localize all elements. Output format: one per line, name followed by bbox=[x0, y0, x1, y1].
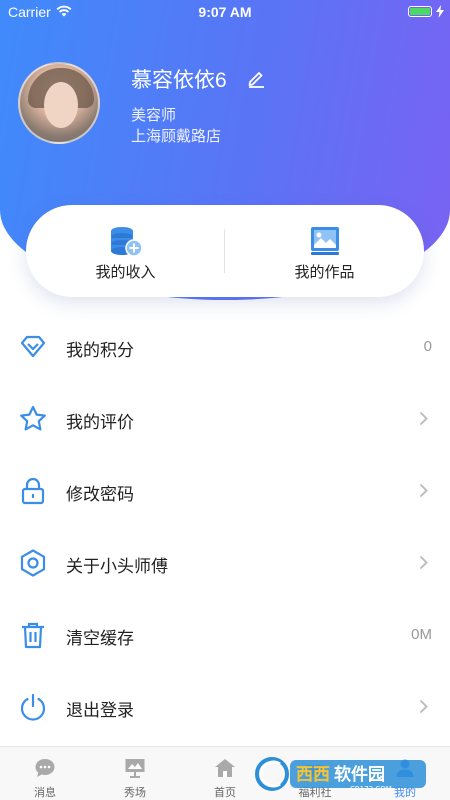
status-bar: Carrier 9:07 AM bbox=[0, 0, 450, 24]
menu-item-change-password[interactable]: 修改密码 bbox=[0, 454, 450, 526]
svg-text:软件园: 软件园 bbox=[334, 764, 385, 785]
edit-icon[interactable] bbox=[246, 68, 266, 88]
chat-bubble-icon bbox=[35, 759, 55, 777]
menu-item-clear-cache[interactable]: 清空缓存 0M bbox=[0, 598, 450, 670]
menu-item-points[interactable]: 我的积分 0 bbox=[0, 310, 450, 382]
menu-item-label: 退出登录 bbox=[66, 701, 134, 720]
user-role: 美容师 bbox=[131, 107, 177, 124]
home-icon bbox=[215, 759, 235, 777]
user-name: 慕容依依6 bbox=[131, 69, 227, 92]
cache-size-value: 0M bbox=[411, 626, 432, 643]
chevron-right-icon bbox=[419, 555, 428, 570]
hexagon-nut-icon bbox=[20, 549, 46, 577]
quick-actions-card: 我的收入 我的作品 bbox=[26, 205, 424, 297]
menu-item-label: 我的积分 bbox=[66, 341, 134, 360]
trash-icon bbox=[22, 622, 44, 649]
site-watermark-logo: 西西 软件园 CR173.COM bbox=[255, 757, 426, 793]
star-icon bbox=[20, 405, 46, 431]
menu-item-label: 我的评价 bbox=[66, 413, 134, 432]
presentation-icon bbox=[125, 759, 145, 778]
chevron-right-icon bbox=[419, 483, 428, 498]
tab-label: 消息 bbox=[34, 787, 56, 799]
chevron-right-icon bbox=[419, 699, 428, 714]
clock: 9:07 AM bbox=[198, 4, 252, 20]
chevron-right-icon bbox=[419, 411, 428, 426]
coins-add-icon bbox=[111, 227, 143, 257]
user-store: 上海顾戴路店 bbox=[131, 128, 222, 145]
menu-item-logout[interactable]: 退出登录 bbox=[0, 670, 450, 742]
diamond-icon bbox=[20, 335, 46, 358]
svg-text:CR173.COM: CR173.COM bbox=[350, 785, 392, 793]
my-income-button[interactable]: 我的收入 bbox=[26, 205, 225, 297]
tab-label: 秀场 bbox=[124, 787, 146, 799]
charging-icon bbox=[436, 5, 444, 18]
my-works-button[interactable]: 我的作品 bbox=[225, 205, 424, 297]
battery-icon bbox=[408, 6, 432, 17]
my-works-label: 我的作品 bbox=[294, 264, 355, 281]
menu-item-label: 清空缓存 bbox=[66, 629, 134, 648]
image-gallery-icon bbox=[311, 227, 339, 255]
svg-text:西西: 西西 bbox=[296, 765, 330, 785]
menu-item-label: 修改密码 bbox=[66, 485, 134, 504]
points-value: 0 bbox=[423, 338, 432, 355]
avatar[interactable] bbox=[18, 62, 100, 144]
settings-menu: 我的积分 0 我的评价 修改密码 关于小头师傅 清空缓存 0M 退出登录 bbox=[0, 310, 450, 742]
menu-item-about[interactable]: 关于小头师傅 bbox=[0, 526, 450, 598]
menu-item-reviews[interactable]: 我的评价 bbox=[0, 382, 450, 454]
menu-item-label: 关于小头师傅 bbox=[66, 557, 168, 576]
power-icon bbox=[20, 693, 46, 721]
lock-icon bbox=[21, 477, 45, 505]
tab-showcase[interactable]: 秀场 bbox=[90, 747, 180, 800]
my-income-label: 我的收入 bbox=[95, 264, 156, 281]
tab-messages[interactable]: 消息 bbox=[0, 747, 90, 800]
